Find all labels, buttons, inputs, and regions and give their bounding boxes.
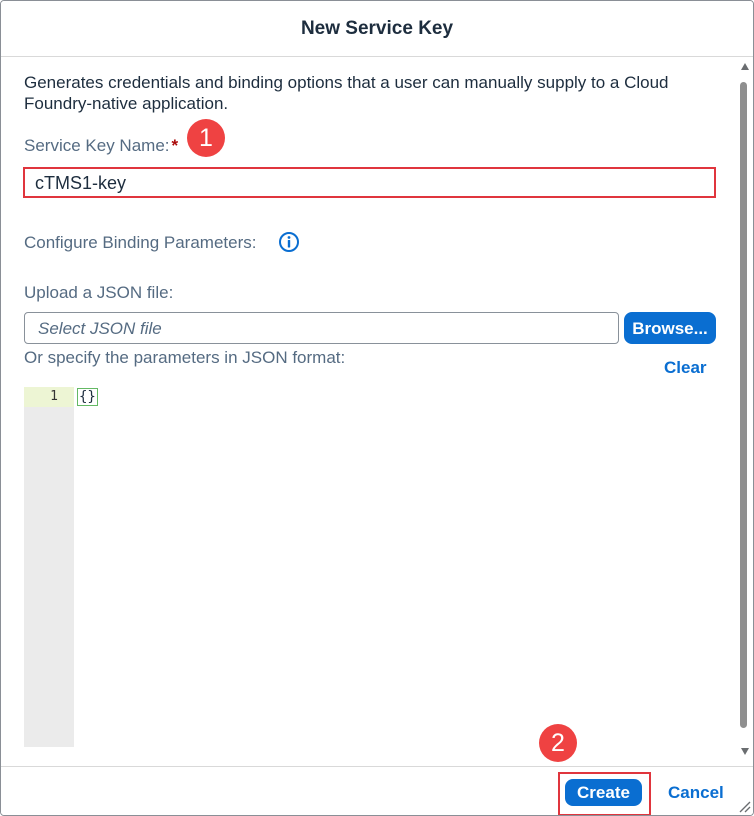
service-key-name-label-text: Service Key Name: [24,136,170,155]
scroll-up-icon[interactable] [740,62,750,72]
line-number: 1 [50,389,58,404]
dialog-header: New Service Key [1,1,753,57]
service-key-name-input[interactable]: cTMS1-key [23,167,716,198]
service-key-name-label: Service Key Name: * [24,136,178,156]
dialog-description: Generates credentials and binding option… [24,73,669,113]
editor-code[interactable]: {} [77,388,98,406]
json-format-label: Or specify the parameters in JSON format… [24,348,346,367]
json-file-input[interactable]: Select JSON file [24,312,619,344]
callout-step-1: 1 [187,119,225,157]
dialog-content: Generates credentials and binding option… [1,58,737,766]
editor-gutter [24,387,74,747]
dialog-title: New Service Key [300,18,454,39]
info-icon[interactable] [278,231,300,253]
required-marker: * [171,136,179,155]
json-editor[interactable]: 1 {} [24,387,714,747]
clear-button[interactable]: Clear [664,358,707,378]
upload-json-label: Upload a JSON file: [24,283,174,302]
binding-parameters-label: Configure Binding Parameters: [24,233,257,252]
vertical-scrollbar[interactable] [737,58,753,766]
callout-step-2: 2 [539,724,577,762]
browse-button[interactable]: Browse... [624,312,716,344]
scroll-down-icon[interactable] [740,746,750,756]
dialog-footer: Create Cancel [1,766,753,815]
create-button[interactable]: Create [565,779,642,806]
resize-grip-icon[interactable] [737,799,751,813]
cancel-button[interactable]: Cancel [668,783,724,803]
new-service-key-dialog: New Service Key Generates credentials an… [0,0,754,816]
scrollbar-thumb[interactable] [740,82,747,728]
